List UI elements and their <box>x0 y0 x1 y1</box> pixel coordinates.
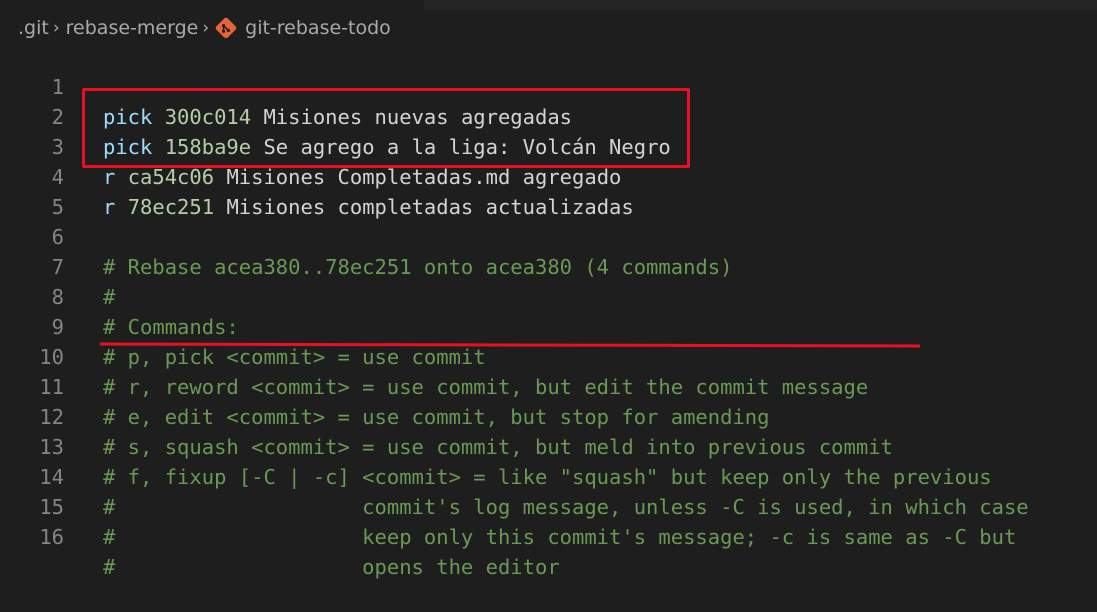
breadcrumb-git-rebase-todo[interactable]: git-rebase-todo <box>245 17 391 39</box>
code-line[interactable]: 6 # Rebase acea380..78ec251 onto acea380… <box>0 192 1097 279</box>
breadcrumb-rebase-merge[interactable]: rebase-merge <box>66 17 199 39</box>
tab-strip <box>0 0 1097 10</box>
code-line[interactable]: 12 # s, squash <commit> = use commit, bu… <box>0 372 1097 459</box>
chevron-right-icon: › <box>202 18 210 38</box>
code-line[interactable]: 7 # <box>0 222 1097 309</box>
code-line[interactable]: 10 # r, reword <commit> = use commit, bu… <box>0 312 1097 399</box>
code-line[interactable]: 16 # opens the editor <box>0 492 1097 579</box>
tab-git-rebase-todo[interactable] <box>0 0 424 10</box>
chevron-right-icon: › <box>52 18 60 38</box>
comment-text: # opens the editor <box>103 555 560 579</box>
code-line[interactable]: 9 # p, pick <commit> = use commit <box>0 282 1097 369</box>
breadcrumb: .git › rebase-merge › git-rebase-todo <box>18 14 391 42</box>
code-line[interactable]: 15 # keep only this commit's message; -c… <box>0 462 1097 549</box>
code-line[interactable]: 13 # f, fixup [-C | -c] <commit> = like … <box>0 402 1097 489</box>
git-file-icon <box>215 17 237 39</box>
code-line[interactable]: 14 # commit's log message, unless -C is … <box>0 432 1097 519</box>
annotation-highlight-box <box>82 88 690 168</box>
breadcrumb-git[interactable]: .git <box>18 17 49 39</box>
code-line[interactable]: 1 pick 300c014 Misiones nuevas agregadas <box>0 42 1097 129</box>
code-line[interactable]: 8 # Commands: <box>0 252 1097 339</box>
annotation-underline <box>100 341 920 348</box>
